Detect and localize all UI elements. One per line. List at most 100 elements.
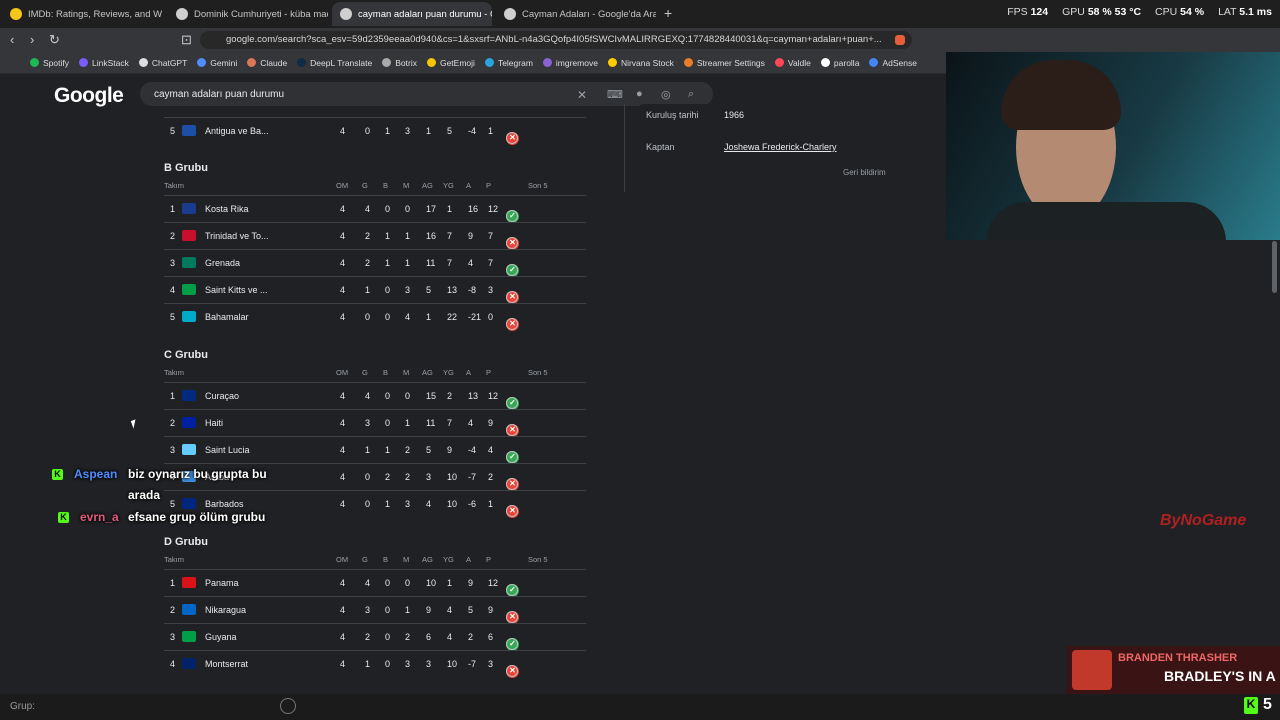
team-name[interactable]: Montserrat bbox=[205, 659, 248, 669]
google-icon bbox=[504, 8, 516, 20]
keyboard-icon[interactable]: ⌨ bbox=[607, 88, 623, 101]
stat-a: -8 bbox=[468, 285, 477, 295]
brave-icon[interactable] bbox=[895, 35, 905, 45]
bookmark-telegram[interactable]: Telegram bbox=[484, 58, 533, 68]
stat-a: 5 bbox=[468, 605, 474, 615]
captain-link[interactable]: Joshewa Frederick-Charlery bbox=[724, 142, 837, 152]
table-row[interactable]: 1Curaçao44001521312✓✓✓✓ bbox=[164, 382, 586, 410]
team-name[interactable]: Nikaragua bbox=[205, 605, 246, 615]
team-name[interactable]: Grenada bbox=[205, 258, 240, 268]
table-row[interactable]: 2Haiti430111749✓✓✓✕ bbox=[164, 409, 586, 437]
bookmark-parolla[interactable]: parolla bbox=[820, 58, 859, 68]
new-tab-icon[interactable]: + bbox=[664, 5, 672, 21]
tab-cayman-standings[interactable]: cayman adaları puan durumu - G✕ bbox=[332, 2, 492, 26]
bookmark-streamer-settings[interactable]: Streamer Settings bbox=[683, 58, 765, 68]
team-name[interactable]: Curaçao bbox=[205, 391, 239, 401]
bookmark-adsense[interactable]: AdSense bbox=[869, 58, 917, 68]
tab-dominik[interactable]: Dominik Cumhuriyeti - küba maçı - G bbox=[168, 2, 328, 26]
clear-search-icon[interactable]: ✕ bbox=[577, 88, 587, 102]
bookmark-gemini[interactable]: Gemini bbox=[197, 58, 237, 68]
flag-icon bbox=[182, 498, 196, 509]
team-name[interactable]: Trinidad ve To... bbox=[205, 231, 269, 241]
google-logo[interactable]: Google bbox=[54, 84, 124, 108]
table-row[interactable]: 1Kosta Rika44001711612✓✓✓✓ bbox=[164, 195, 586, 223]
header-om: OM bbox=[336, 181, 349, 190]
flag-icon bbox=[182, 230, 196, 241]
table-row[interactable]: 2Nikaragua43019459✓✓✓✕ bbox=[164, 596, 586, 624]
team-name[interactable]: Haiti bbox=[205, 418, 223, 428]
header-p: P bbox=[486, 181, 492, 190]
table-row[interactable]: 1Panama4400101912✓✓✓✓ bbox=[164, 569, 586, 597]
table-row[interactable]: 3Saint Lucia411259-44✕–✕✓ bbox=[164, 436, 586, 464]
stat-yg: 4 bbox=[447, 632, 453, 642]
stat-g: 2 bbox=[365, 258, 371, 268]
tab-imdb[interactable]: IMDb: Ratings, Reviews, and Where t bbox=[2, 2, 162, 26]
back-icon[interactable]: ‹ bbox=[10, 32, 14, 47]
search-icon[interactable]: ⌕ bbox=[688, 88, 694, 101]
tab-cayman-search[interactable]: Cayman Adaları - Google'da Ara bbox=[496, 2, 656, 26]
table-row[interactable]: 3Guyana42026426✕✕✓✓ bbox=[164, 623, 586, 651]
alert-text: BRADLEY'S IN A bbox=[1164, 668, 1276, 684]
table-row[interactable]: 4Saint Kitts ve ...4103513-83✕✓✕✕ bbox=[164, 276, 586, 304]
team-name[interactable]: Antigua ve Ba... bbox=[205, 126, 269, 136]
bookmark-imgremove[interactable]: imgremove bbox=[542, 58, 598, 68]
table-row[interactable]: 2Trinidad ve To...421116797–✓✓✕ bbox=[164, 222, 586, 250]
stat-yg: 13 bbox=[447, 285, 458, 295]
address-bar: ‹ › ↻ ⊡ google.com/search?sca_esv=59d235… bbox=[0, 28, 1280, 52]
header-a: A bbox=[466, 181, 472, 190]
bookmark-chatgpt[interactable]: ChatGPT bbox=[138, 58, 187, 68]
stat-a: 9 bbox=[468, 578, 474, 588]
cpu-stat: CPU 54 % bbox=[1155, 6, 1205, 18]
stat-m: 1 bbox=[405, 258, 411, 268]
stat-yg: 5 bbox=[447, 126, 453, 136]
team-name[interactable]: Bahamalar bbox=[205, 312, 249, 322]
team-name[interactable]: Saint Kitts ve ... bbox=[205, 285, 268, 295]
bookmark-valdle[interactable]: Valdle bbox=[774, 58, 811, 68]
stat-p: 3 bbox=[488, 659, 494, 669]
table-row[interactable]: 5Antigua ve Ba...401315-41–✕✕✕ bbox=[164, 117, 586, 145]
reload-icon[interactable]: ↻ bbox=[49, 32, 60, 48]
bookmark-claude[interactable]: Claude bbox=[247, 58, 287, 68]
lens-icon[interactable]: ◎ bbox=[661, 88, 671, 101]
table-row[interactable]: 3Grenada421111747–✕✓✓ bbox=[164, 249, 586, 277]
stat-p: 1 bbox=[488, 499, 494, 509]
flag-icon bbox=[182, 390, 196, 401]
flag-icon bbox=[182, 417, 196, 428]
microphone-icon[interactable]: ● bbox=[636, 88, 643, 100]
bookmark-linkstack[interactable]: LinkStack bbox=[79, 58, 129, 68]
position: 3 bbox=[170, 445, 176, 455]
team-name[interactable]: Barbados bbox=[205, 499, 244, 509]
team-name[interactable]: Saint Lucia bbox=[205, 445, 250, 455]
team-name[interactable]: Kosta Rika bbox=[205, 204, 249, 214]
bookmark-getemoji[interactable]: GetEmoji bbox=[426, 58, 475, 68]
bookmark-icon[interactable]: ⊡ bbox=[181, 32, 192, 48]
scrollbar[interactable] bbox=[1272, 241, 1277, 293]
streamer-shirt bbox=[986, 202, 1226, 240]
stat-b: 0 bbox=[385, 285, 391, 295]
stat-b: 0 bbox=[385, 605, 391, 615]
stat-a: -4 bbox=[468, 126, 477, 136]
team-name[interactable]: Panama bbox=[205, 578, 239, 588]
imdb-icon bbox=[10, 8, 22, 20]
position: 3 bbox=[170, 258, 176, 268]
team-name[interactable]: Guyana bbox=[205, 632, 237, 642]
feedback-link[interactable]: Geri bildirim bbox=[843, 168, 886, 177]
table-row[interactable]: 5Bahamalar4004122-210✕✕✕✕ bbox=[164, 303, 586, 331]
kick-icon: K bbox=[52, 469, 63, 480]
forward-icon[interactable]: › bbox=[30, 32, 34, 47]
stat-ag: 5 bbox=[426, 445, 432, 455]
search-input[interactable]: cayman adaları puan durumu bbox=[140, 82, 713, 106]
upcoming-icon bbox=[506, 611, 518, 623]
stat-yg: 2 bbox=[447, 391, 453, 401]
flag-icon bbox=[182, 257, 196, 268]
bottom-bar: Grup: K 5 bbox=[0, 694, 1280, 720]
bookmark-deepl[interactable]: DeepL Translate bbox=[297, 58, 372, 68]
stat-b: 0 bbox=[385, 659, 391, 669]
bookmark-spotify[interactable]: Spotify bbox=[30, 58, 69, 68]
stat-b: 1 bbox=[385, 258, 391, 268]
bookmark-botrix[interactable]: Botrix bbox=[382, 58, 417, 68]
settings-icon[interactable] bbox=[280, 698, 296, 714]
url-field[interactable]: google.com/search?sca_esv=59d2359eeaa0d9… bbox=[200, 31, 912, 49]
bookmark-nirvana[interactable]: Nirvana Stock bbox=[607, 58, 674, 68]
table-row[interactable]: 4Montserrat4103310-73✕✕✓✕ bbox=[164, 650, 586, 678]
